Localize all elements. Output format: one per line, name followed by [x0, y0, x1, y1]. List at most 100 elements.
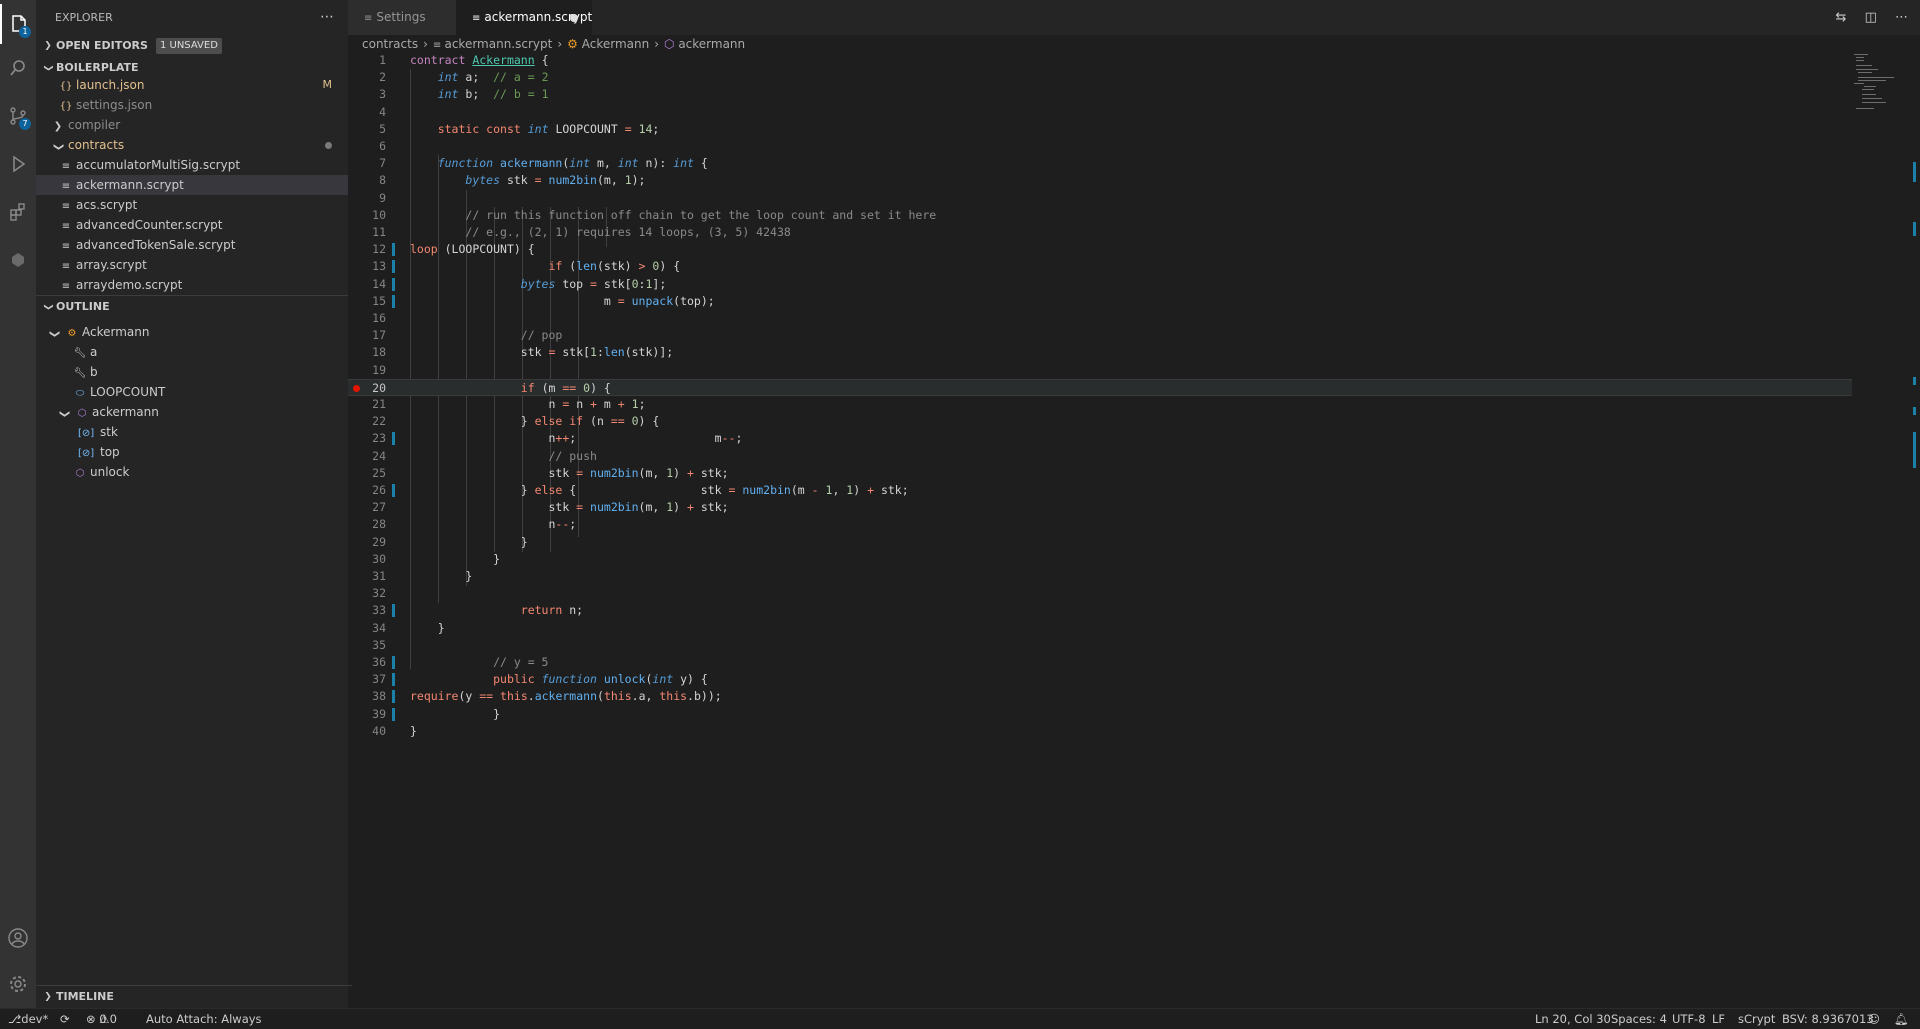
feedback-icon[interactable]: ☺	[1868, 1009, 1880, 1029]
git-modified-marker	[392, 243, 395, 257]
outline-label: Ackermann	[82, 325, 150, 339]
file-arraydemo[interactable]: ≡ arraydemo.scrypt	[36, 275, 348, 295]
line-number: 24	[372, 448, 386, 463]
file-lines-icon: ≡	[61, 201, 71, 212]
folder-compiler[interactable]: ❯ compiler	[36, 115, 348, 135]
file-launch-json[interactable]: {} launch.json M	[36, 79, 348, 95]
explorer-badge: 1	[19, 26, 31, 38]
search-icon[interactable]	[0, 48, 36, 88]
line-number: 18	[372, 345, 386, 360]
scrypt-icon[interactable]	[0, 240, 36, 280]
outline-item-ackermann-method[interactable]: ❯ ⬡ ackermann	[36, 402, 348, 422]
vertical-scrollbar[interactable]	[1908, 52, 1920, 1008]
outline-item-loopcount[interactable]: ⬭ LOOPCOUNT	[36, 382, 348, 402]
git-modified-marker	[392, 707, 395, 721]
file-acs[interactable]: ≡ acs.scrypt	[36, 195, 348, 215]
line-number: 12	[372, 242, 386, 257]
sync-icon[interactable]: ⟳	[60, 1009, 70, 1029]
project-section[interactable]: ❯ BOILERPLATE	[36, 57, 348, 79]
tab-ackermann[interactable]: ≡ ackermann.scrypt	[456, 0, 592, 35]
indentation-status[interactable]: Spaces: 4	[1611, 1009, 1667, 1029]
line-number: 4	[379, 104, 386, 119]
line-number: 30	[372, 551, 386, 566]
split-editor-icon[interactable]: ◫	[1865, 10, 1877, 25]
code-line: 24 // push	[348, 448, 1852, 465]
code-text: int b; // b = 1	[437, 87, 549, 102]
outline-item-top[interactable]: [⊘] top	[36, 442, 348, 462]
file-advancedtokensale[interactable]: ≡ advancedTokenSale.scrypt	[36, 235, 348, 255]
outline-item-ackermann-class[interactable]: ❯ ⚙ Ackermann	[36, 322, 348, 342]
code-text: n++; m--;	[410, 431, 743, 446]
open-changes-icon[interactable]: ⇆	[1836, 10, 1847, 25]
code-text: }	[410, 551, 501, 566]
source-control-icon[interactable]: 7	[0, 96, 36, 136]
run-debug-icon[interactable]	[0, 144, 36, 184]
branch-name: dev*	[21, 1012, 49, 1026]
file-accumulatormultisig[interactable]: ≡ accumulatorMultiSig.scrypt	[36, 155, 348, 175]
account-icon[interactable]	[0, 918, 36, 958]
code-line: 32	[348, 585, 1852, 602]
code-line: 25 stk = num2bin(m, 1) + stk;	[348, 465, 1852, 482]
tab-settings[interactable]: ≡ Settings	[348, 0, 456, 35]
bsv-status[interactable]: BSV: 8.9367013	[1782, 1009, 1874, 1029]
breadcrumb-method[interactable]: ackermann	[678, 37, 745, 51]
line-number: 28	[372, 517, 386, 532]
explorer-icon[interactable]: 1	[0, 4, 36, 44]
open-editors-section[interactable]: ❯ OPEN EDITORS 1 UNSAVED	[36, 35, 348, 57]
file-label: arraydemo.scrypt	[76, 278, 183, 292]
outline-label: top	[100, 445, 120, 459]
code-text: int a; // a = 2	[437, 70, 549, 85]
outline-item-stk[interactable]: [⊘] stk	[36, 422, 348, 442]
notifications-icon[interactable]: 🔔︎	[1894, 1009, 1909, 1029]
code-text: stk = num2bin(m, 1) + stk;	[410, 465, 729, 480]
breadcrumb-class[interactable]: Ackermann	[582, 37, 649, 51]
code-line: 29 }	[348, 534, 1852, 551]
code-line: 8 bytes stk = num2bin(m, 1);	[348, 172, 1852, 189]
auto-attach-status[interactable]: Auto Attach: Always	[146, 1009, 262, 1029]
outline-item-unlock[interactable]: ⬡ unlock	[36, 462, 348, 482]
git-modified-marker	[392, 656, 395, 669]
language-mode[interactable]: sCrypt	[1738, 1009, 1775, 1029]
file-advancedcounter[interactable]: ≡ advancedCounter.scrypt	[36, 215, 348, 235]
branch-status[interactable]: ⎇ dev*	[8, 1009, 48, 1029]
outline-item-a[interactable]: 🔧︎ a	[36, 342, 348, 362]
problems-status[interactable]: ⊗ 0 ⚠ 0	[86, 1009, 117, 1029]
cursor-position[interactable]: Ln 20, Col 30	[1535, 1009, 1611, 1029]
encoding-status[interactable]: UTF-8	[1672, 1009, 1706, 1029]
code-line: 16	[348, 310, 1852, 327]
line-number: 10	[372, 207, 386, 222]
timeline-section[interactable]: ❯ TIMELINE	[36, 985, 352, 1008]
file-array[interactable]: ≡ array.scrypt	[36, 255, 348, 275]
minimap[interactable]	[1852, 52, 1908, 112]
code-text: } else if (n == 0) {	[410, 414, 660, 429]
extensions-icon[interactable]	[0, 192, 36, 232]
folder-contracts[interactable]: ❯ contracts	[36, 135, 348, 155]
unsaved-dot[interactable]	[570, 14, 578, 22]
code-text: m = unpack(top);	[410, 293, 715, 308]
more-actions-icon[interactable]: ⋯	[320, 0, 334, 35]
code-line: 10 // run this function off chain to get…	[348, 207, 1852, 224]
settings-file-icon: ≡	[364, 13, 373, 24]
gear-icon[interactable]	[0, 964, 36, 1004]
code-comment: // pop	[520, 328, 563, 343]
outline-item-b[interactable]: 🔧︎ b	[36, 362, 348, 382]
breadcrumb-file[interactable]: ackermann.scrypt	[444, 37, 552, 51]
line-number: 39	[372, 706, 386, 721]
line-number: 32	[372, 586, 386, 601]
status-bar: ⎇ dev* ⟳ ⊗ 0 ⚠ 0 Auto Attach: Always Ln …	[0, 1008, 1920, 1028]
outline-label: unlock	[90, 465, 130, 479]
breadcrumb-folder[interactable]: contracts	[362, 37, 418, 51]
code-editor[interactable]: 1 contract Ackermann { 2 int a; // a = 2 …	[348, 52, 1920, 1008]
file-settings-json[interactable]: {} settings.json	[36, 95, 348, 115]
code-text: // e.g., (2, 1) requires 14 loops, (3, 5…	[410, 224, 790, 241]
code-line: 7 function ackermann(int m, int n): int …	[348, 155, 1852, 172]
file-ackermann[interactable]: ≡ ackermann.scrypt	[36, 175, 348, 195]
eol-status[interactable]: LF	[1712, 1009, 1725, 1029]
outline-section[interactable]: ❯ OUTLINE	[36, 295, 348, 318]
more-actions-icon[interactable]: ⋯	[1895, 10, 1908, 25]
wrench-icon: 🔧︎	[73, 348, 87, 359]
code-line-current: 20 if (m == 0) {	[348, 378, 1852, 396]
sidebar: EXPLORER ⋯ ❯ OPEN EDITORS 1 UNSAVED ❯ BO…	[36, 0, 352, 1008]
outline-label: stk	[100, 425, 118, 439]
code-line: 9	[348, 190, 1852, 207]
